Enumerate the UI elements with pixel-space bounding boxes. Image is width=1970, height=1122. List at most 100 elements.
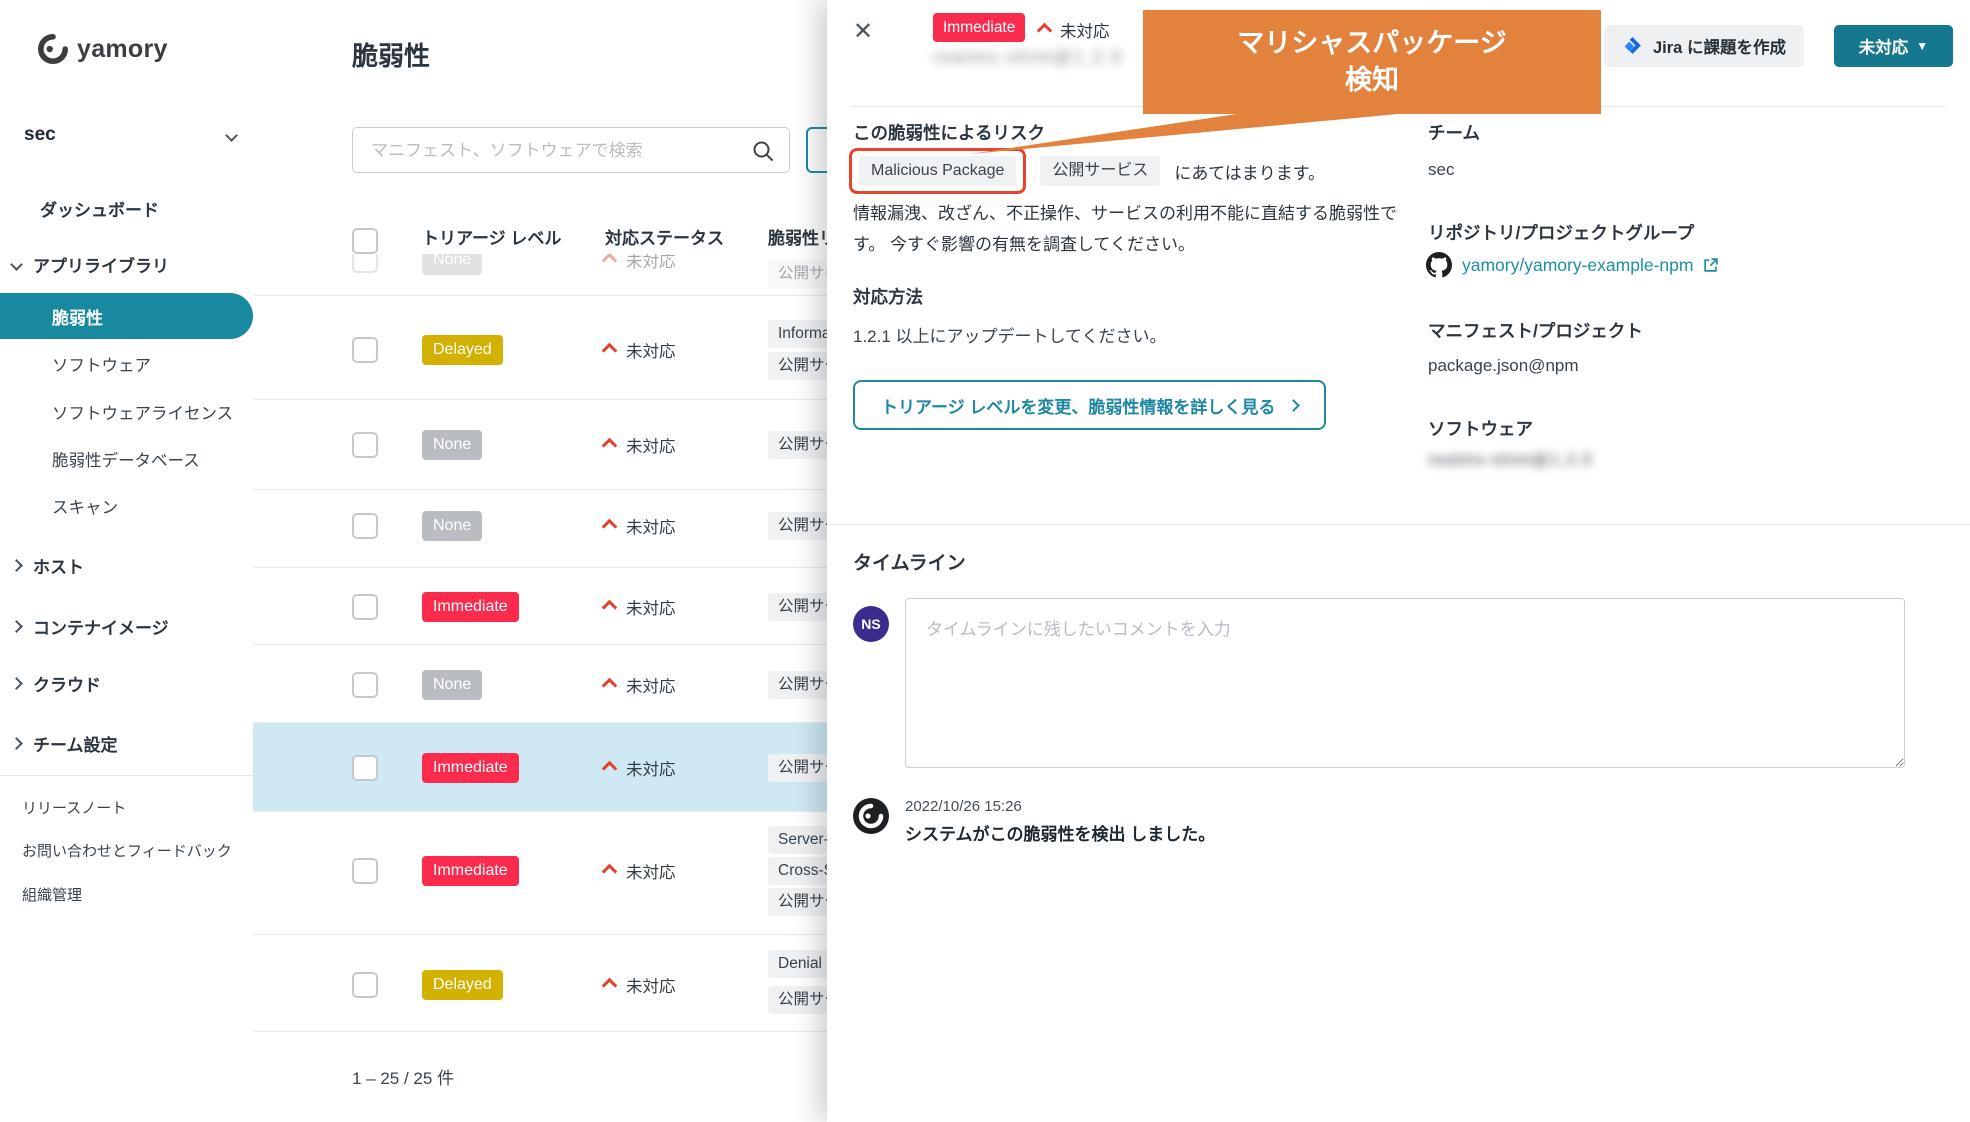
chevron-right-icon: [10, 677, 23, 690]
user-avatar: NS: [853, 606, 889, 642]
callout-tail: [970, 112, 1420, 157]
timeline-entry-date: 2022/10/26 15:26: [905, 798, 1022, 815]
risk-tag-malicious-package[interactable]: Malicious Package: [859, 156, 1016, 186]
sidebar-item-vulnerabilities-active[interactable]: 脆弱性: [0, 293, 253, 339]
chevron-down-icon: ▼: [1916, 39, 1928, 53]
app-root: yamory sec ダッシュボード アプリライブラリ 脆弱性 ソフトウェア ソ…: [0, 0, 1970, 1122]
chevron-right-icon: [10, 620, 23, 633]
caret-up-icon: [602, 677, 618, 693]
triage-badge: Immediate: [422, 753, 519, 783]
page-title: 脆弱性: [352, 36, 430, 73]
team-value: sec: [1428, 160, 1454, 180]
row-checkbox[interactable]: [352, 513, 378, 539]
risk-tag-public-service[interactable]: 公開サービス: [1040, 156, 1160, 186]
chevron-right-icon: [1288, 399, 1301, 412]
chevron-right-icon: [10, 559, 23, 572]
github-icon: [1426, 252, 1452, 278]
sidebar-item-scan[interactable]: スキャン: [52, 494, 118, 518]
triage-badge: Immediate: [422, 856, 519, 886]
search-box: [352, 127, 790, 173]
panel-divider: [827, 524, 1970, 525]
sidebar-divider: [0, 775, 253, 776]
sidebar-item-team-settings[interactable]: チーム設定: [12, 731, 118, 756]
triage-badge: None: [422, 670, 482, 700]
panel-title-redacted: realms-shim@1.2.0: [933, 47, 1123, 68]
sidebar-item-contact-feedback[interactable]: お問い合わせとフィードバック: [22, 840, 232, 861]
status-dropdown-button[interactable]: 未対応 ▼: [1834, 25, 1953, 67]
status-cell[interactable]: 未対応: [604, 514, 676, 538]
row-checkbox[interactable]: [352, 972, 378, 998]
row-checkbox[interactable]: [352, 672, 378, 698]
status-cell[interactable]: 未対応: [604, 973, 676, 997]
caret-up-icon: [602, 342, 618, 358]
team-selector[interactable]: sec: [24, 124, 236, 146]
sidebar-item-software-license[interactable]: ソフトウェアライセンス: [52, 400, 233, 424]
row-checkbox[interactable]: [352, 594, 378, 620]
yamory-logo[interactable]: yamory: [38, 34, 168, 64]
triage-badge: None: [422, 430, 482, 460]
triage-badge: None: [422, 511, 482, 541]
malicious-package-callout: マリシャスパッケージ 検知: [1143, 10, 1601, 114]
risk-description: 情報漏洩、改ざん、不正操作、サービスの利用不能に直結する脆弱性です。 今すぐ影響…: [853, 198, 1419, 260]
select-all-checkbox[interactable]: [352, 228, 378, 254]
comment-input[interactable]: [905, 598, 1905, 768]
create-jira-issue-button[interactable]: Jira に課題を作成: [1604, 25, 1804, 67]
search-icon[interactable]: [751, 139, 775, 168]
sidebar-item-release-notes[interactable]: リリースノート: [22, 797, 126, 818]
change-triage-button[interactable]: トリアージ レベルを変更、脆弱性情報を詳しく見る: [853, 380, 1326, 430]
status-cell[interactable]: 未対応: [604, 338, 676, 362]
software-label: ソフトウェア: [1428, 416, 1533, 441]
row-checkbox[interactable]: [352, 432, 378, 458]
status-cell[interactable]: 未対応: [604, 433, 676, 457]
status-cell[interactable]: 未対応: [604, 859, 676, 883]
caret-up-icon: [602, 977, 618, 993]
row-checkbox[interactable]: [352, 755, 378, 781]
triage-badge: Delayed: [422, 970, 503, 1000]
yamory-logo-icon: [38, 34, 68, 64]
manifest-value: package.json@npm: [1428, 356, 1579, 376]
caret-up-icon: [602, 437, 618, 453]
chevron-down-icon: [10, 258, 23, 271]
table-header: トリアージ レベル 対応ステータス 脆弱性リスク: [253, 190, 827, 254]
brand-name: yamory: [77, 35, 168, 64]
applies-text: にあてはまります。: [1174, 159, 1325, 184]
yamory-system-avatar: [853, 798, 889, 834]
manifest-label: マニフェスト/プロジェクト: [1428, 318, 1643, 343]
caret-up-icon: [602, 518, 618, 534]
caret-up-icon: [602, 863, 618, 879]
chevron-right-icon: [10, 737, 23, 750]
sidebar-item-cloud[interactable]: クラウド: [12, 671, 101, 696]
team-label: チーム: [1428, 120, 1480, 145]
timeline-heading: タイムライン: [853, 548, 966, 575]
comment-box: [905, 598, 1905, 773]
sidebar-item-app-library[interactable]: アプリライブラリ: [12, 252, 169, 277]
sidebar-item-dashboard[interactable]: ダッシュボード: [40, 196, 159, 221]
chevron-down-icon: [225, 129, 238, 142]
timeline-entry-text: システムがこの脆弱性を検出 しました。: [905, 820, 1215, 845]
status-cell[interactable]: 未対応: [604, 756, 676, 780]
sidebar-item-host[interactable]: ホスト: [12, 553, 84, 578]
column-triage-level: トリアージ レベル: [422, 224, 561, 249]
column-status: 対応ステータス: [605, 224, 724, 249]
repo-link[interactable]: yamory/yamory-example-npm: [1462, 255, 1693, 276]
caret-up-icon: [1037, 22, 1053, 38]
triage-badge: Delayed: [422, 335, 503, 365]
sidebar-item-vuln-database[interactable]: 脆弱性データベース: [52, 447, 200, 471]
status-cell[interactable]: 未対応: [604, 595, 676, 619]
panel-status: 未対応: [1039, 18, 1110, 42]
remediation-heading: 対応方法: [853, 284, 923, 309]
repo-label: リポジトリ/プロジェクトグループ: [1428, 220, 1694, 245]
row-checkbox[interactable]: [352, 858, 378, 884]
search-input[interactable]: [369, 128, 733, 174]
sidebar-item-org-management[interactable]: 組織管理: [22, 884, 82, 905]
sidebar-item-software[interactable]: ソフトウェア: [52, 352, 151, 376]
row-checkbox[interactable]: [352, 337, 378, 363]
caret-up-icon: [602, 599, 618, 615]
close-icon[interactable]: ✕: [853, 20, 873, 44]
panel-triage-badge: Immediate: [933, 13, 1025, 42]
status-cell[interactable]: 未対応: [604, 673, 676, 697]
vulnerability-detail-panel: ✕ Immediate 未対応 realms-shim@1.2.0 この脆弱性に…: [827, 0, 1970, 1122]
caret-up-icon: [602, 760, 618, 776]
team-selector-label: sec: [24, 124, 56, 146]
sidebar-item-container-image[interactable]: コンテナイメージ: [12, 614, 169, 639]
